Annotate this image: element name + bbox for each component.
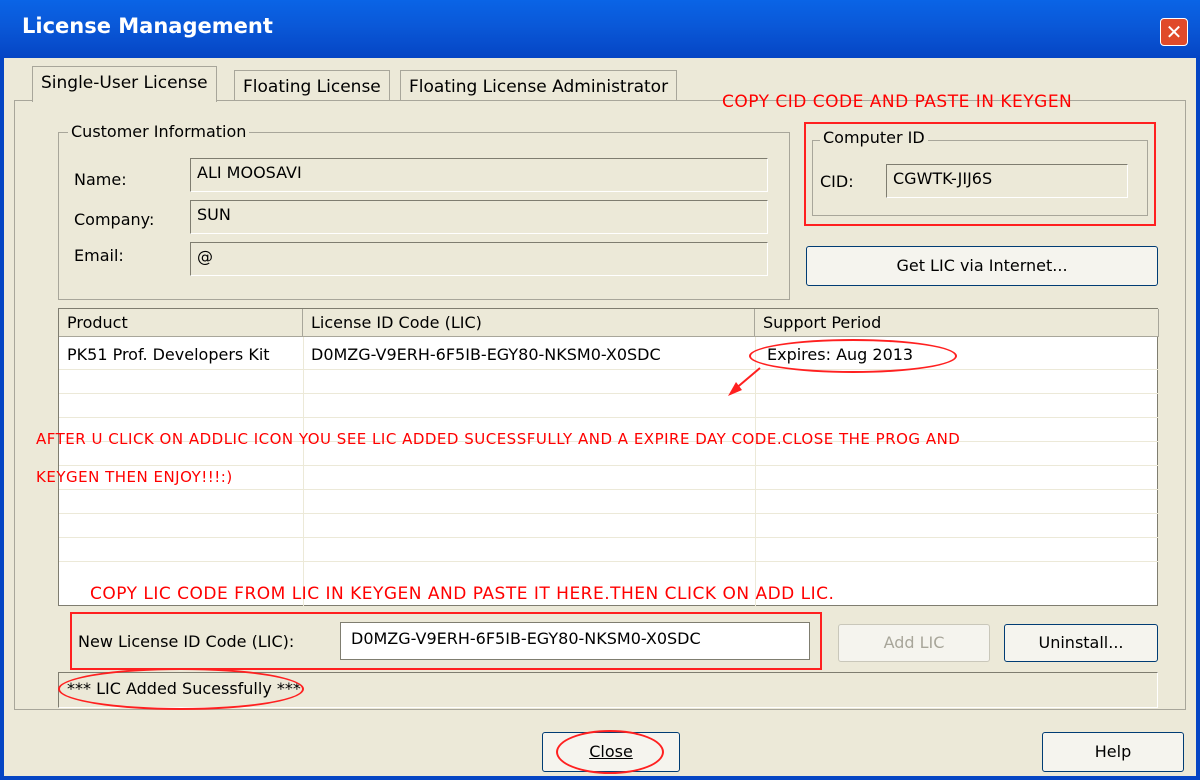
window-title: License Management <box>22 14 273 38</box>
grid-line <box>59 489 1159 490</box>
tab-floating-license[interactable]: Floating License <box>234 70 390 102</box>
customer-information-label: Customer Information <box>68 122 250 141</box>
tab-label: Floating License <box>243 77 381 97</box>
grid-line <box>59 537 1159 538</box>
grid-line <box>59 393 1159 394</box>
cid-field[interactable]: CGWTK-JIJ6S <box>886 164 1128 198</box>
grid-line <box>59 417 1159 418</box>
grid-line <box>59 465 1159 466</box>
computer-id-label: Computer ID <box>820 128 928 147</box>
annotation-status-circle <box>58 668 304 710</box>
table-cell-product[interactable]: PK51 Prof. Developers Kit <box>67 345 270 364</box>
annotation-expires-circle <box>749 339 957 373</box>
grid-line <box>303 337 304 607</box>
column-header-lic[interactable]: License ID Code (LIC) <box>303 309 755 337</box>
cid-label: CID: <box>820 172 854 191</box>
column-header-product[interactable]: Product <box>59 309 303 337</box>
annotation-close-circle <box>556 730 664 774</box>
email-field[interactable]: @ <box>190 242 768 276</box>
name-field[interactable]: ALI MOOSAVI <box>190 158 768 192</box>
help-button[interactable]: Help <box>1042 732 1184 772</box>
get-lic-via-internet-button[interactable]: Get LIC via Internet... <box>806 246 1158 286</box>
email-label: Email: <box>74 246 124 265</box>
tab-label: Single-User License <box>41 73 208 93</box>
new-lic-input[interactable]: D0MZG-V9ERH-6F5IB-EGY80-NKSM0-X0SDC <box>340 622 810 660</box>
new-lic-label: New License ID Code (LIC): <box>78 632 295 651</box>
grid-line <box>59 369 1159 370</box>
annotation-cid-note: COPY CID CODE AND PASTE IN KEYGEN <box>722 92 1073 112</box>
tab-single-user-license[interactable]: Single-User License <box>32 66 217 102</box>
annotation-lic-note: COPY LIC CODE FROM LIC IN KEYGEN AND PAS… <box>90 584 835 604</box>
table-cell-lic[interactable]: D0MZG-V9ERH-6F5IB-EGY80-NKSM0-X0SDC <box>311 345 661 364</box>
uninstall-button[interactable]: Uninstall... <box>1004 624 1158 662</box>
close-icon[interactable]: ✕ <box>1160 18 1188 46</box>
add-lic-button[interactable]: Add LIC <box>838 624 990 662</box>
column-header-support-period[interactable]: Support Period <box>755 309 1159 337</box>
tab-floating-license-administrator[interactable]: Floating License Administrator <box>400 70 678 102</box>
license-table[interactable]: Product License ID Code (LIC) Support Pe… <box>58 308 1159 607</box>
tab-label: Floating License Administrator <box>409 77 669 97</box>
grid-line <box>59 513 1159 514</box>
annotation-after-note-line1: AFTER U CLICK ON ADDLIC ICON YOU SEE LIC… <box>36 430 961 448</box>
grid-line <box>59 561 1159 562</box>
annotation-arrow-icon <box>728 367 761 396</box>
company-field[interactable]: SUN <box>190 200 768 234</box>
annotation-after-note-line2: KEYGEN THEN ENJOY!!!:) <box>36 468 233 486</box>
company-label: Company: <box>74 210 155 229</box>
name-label: Name: <box>74 170 127 189</box>
